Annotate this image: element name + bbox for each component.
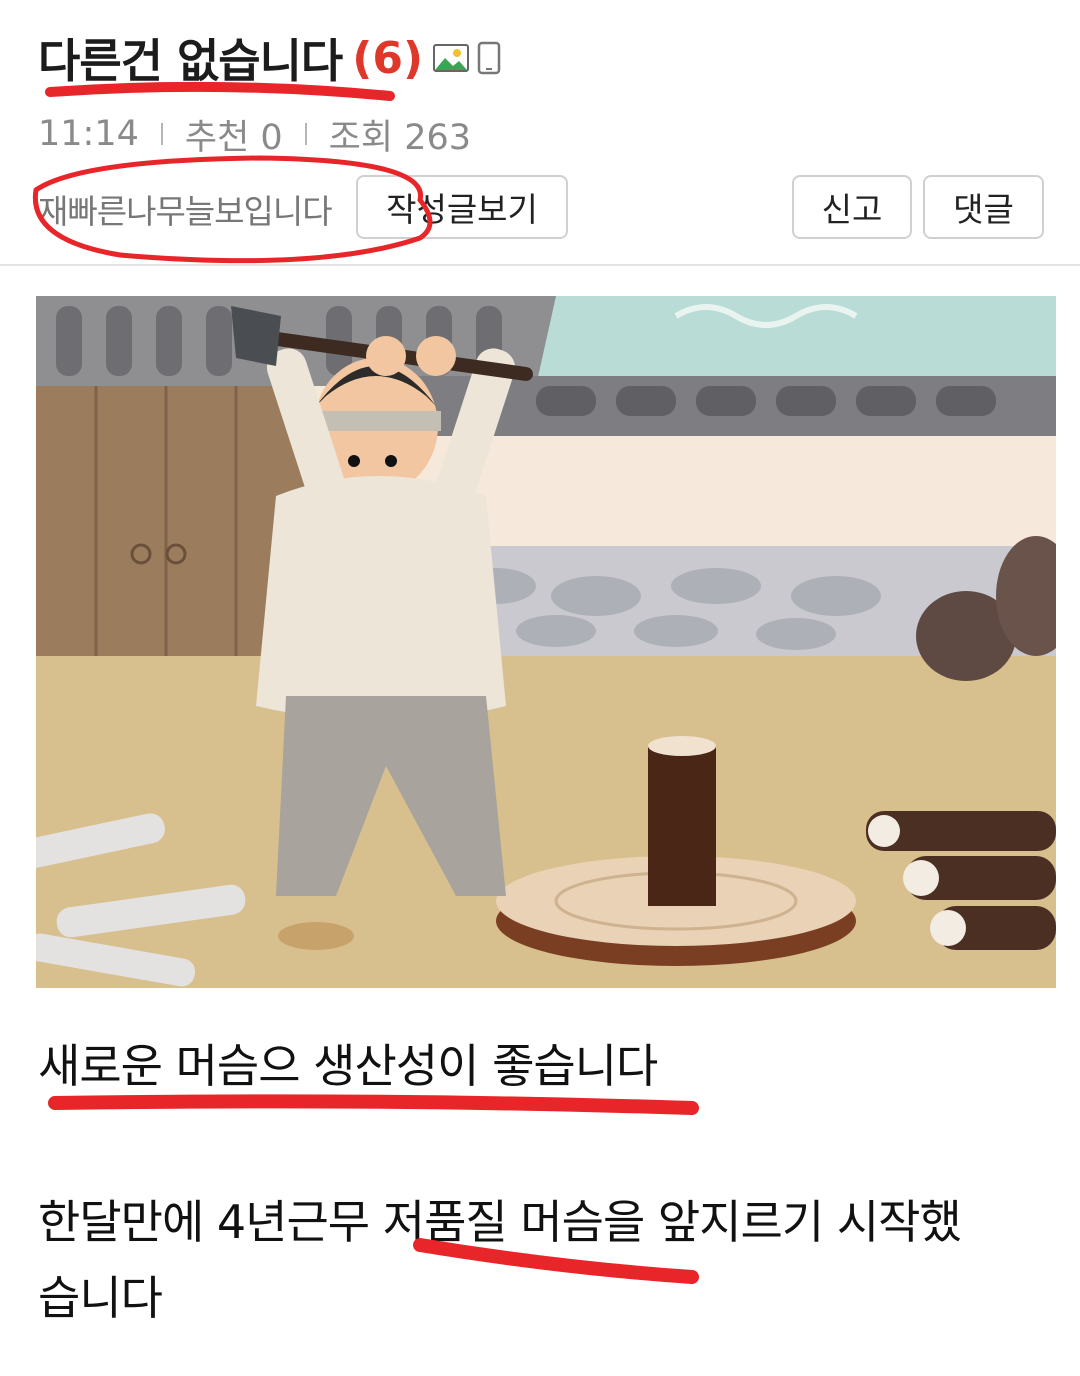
meta-divider xyxy=(160,123,163,145)
report-button[interactable]: 신고 xyxy=(792,175,912,239)
post-meta: 11:14 추천 0 조회 263 xyxy=(38,110,471,158)
comment-button[interactable]: 댓글 xyxy=(923,175,1044,239)
content-line-1: 새로운 머슴으 생산성이 좋습니다 xyxy=(38,1039,658,1093)
post-views: 조회 263 xyxy=(328,117,472,158)
header-divider xyxy=(0,264,1080,266)
post-time: 11:14 xyxy=(38,114,139,154)
content-line-2: 한달만에 4년근무 저품질 머슴을 앞지르기 시작했 xyxy=(38,1195,962,1249)
image-icon xyxy=(433,44,470,72)
content-line-3: 습니다 xyxy=(38,1271,163,1325)
post-title: 다른건 없습니다 xyxy=(38,34,343,88)
post-recommend: 추천 0 xyxy=(184,117,283,158)
meta-divider xyxy=(304,123,307,145)
author-posts-button[interactable]: 작성글보기 xyxy=(356,175,568,239)
post-illustration[interactable] xyxy=(36,296,1056,988)
post-title-row: 다른건 없습니다 (6) xyxy=(38,26,501,90)
line1-underline xyxy=(48,1094,699,1115)
author-name[interactable]: 재빠른나무늘보입니다 xyxy=(38,185,333,233)
author-row: 재빠른나무늘보입니다 작성글보기 신고 댓글 xyxy=(38,175,1044,239)
mobile-icon xyxy=(477,41,501,75)
comment-count[interactable]: (6) xyxy=(352,33,423,84)
